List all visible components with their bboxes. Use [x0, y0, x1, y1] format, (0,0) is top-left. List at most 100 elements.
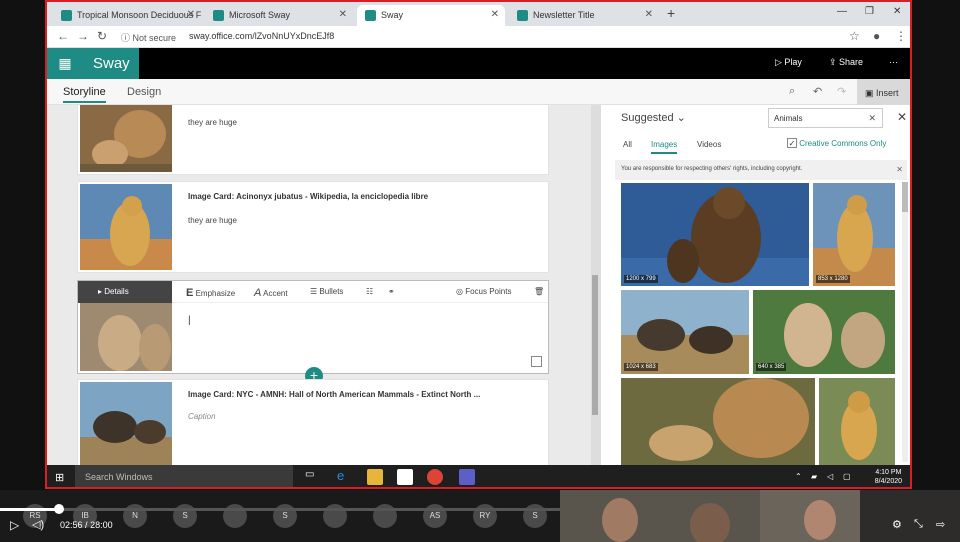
- image-card-lion[interactable]: they are huge: [77, 105, 549, 175]
- storyline-scrollbar[interactable]: [591, 105, 599, 465]
- tab-storyline[interactable]: Storyline: [63, 86, 106, 103]
- more-options-button[interactable]: ···: [889, 57, 898, 67]
- app-launcher-icon[interactable]: ▦: [47, 48, 83, 79]
- copyright-notice: You are responsible for respecting other…: [615, 160, 907, 180]
- browser-tab-newsletter[interactable]: Newsletter Title ✕: [509, 5, 659, 26]
- card-title: Image Card: NYC - AMNH: Hall of North Am…: [188, 390, 481, 399]
- progress-knob[interactable]: [54, 504, 64, 514]
- play-icon[interactable]: ▷: [10, 518, 19, 532]
- chrome-icon[interactable]: [427, 469, 443, 485]
- tab-design[interactable]: Design: [127, 86, 161, 98]
- reload-icon[interactable]: ↻: [97, 29, 107, 43]
- image-result-leopard[interactable]: [819, 378, 895, 466]
- scrollbar-thumb[interactable]: [592, 275, 598, 415]
- accent-button[interactable]: A Accent: [254, 287, 288, 299]
- details-button[interactable]: ▸ Details: [78, 281, 172, 303]
- windows-start-icon[interactable]: ⊞: [55, 471, 64, 484]
- editor-tabs: Storyline Design ⌕ ↶ ↷ ▣ Insert: [47, 79, 910, 105]
- image-card-mammoth[interactable]: Image Card: NYC - AMNH: Hall of North Am…: [77, 379, 549, 465]
- share-button[interactable]: ⇪ Share: [829, 57, 863, 68]
- store-icon[interactable]: [397, 469, 413, 485]
- search-input[interactable]: Animals ✕: [768, 108, 883, 128]
- edge-icon[interactable]: e: [337, 468, 353, 484]
- mammoth-thumbnail: [80, 382, 172, 465]
- url-field[interactable]: sway.office.com/lZvoNnUYxDncEJf8: [189, 31, 334, 41]
- browser-window: Tropical Monsoon Deciduous Fo ✕ Microsof…: [45, 0, 912, 489]
- task-view-icon[interactable]: ▭: [305, 469, 321, 485]
- chevron-down-icon: ⌄: [676, 112, 686, 124]
- undo-icon[interactable]: ↶: [813, 85, 822, 98]
- close-tab-icon[interactable]: ✕: [187, 9, 195, 20]
- close-tab-icon[interactable]: ✕: [491, 9, 499, 20]
- new-tab-icon[interactable]: +: [667, 5, 675, 21]
- close-tab-icon[interactable]: ✕: [645, 9, 653, 20]
- image-result-cheetah[interactable]: 853 x 1280: [813, 183, 895, 286]
- dismiss-notice-icon[interactable]: ✕: [896, 165, 903, 174]
- focus-points-button[interactable]: ◎ Focus Points: [456, 287, 511, 296]
- delete-icon[interactable]: 🗑: [534, 287, 544, 296]
- text-cursor[interactable]: |: [188, 315, 191, 326]
- taskbar-search[interactable]: Search Windows: [75, 465, 293, 487]
- sway-brand[interactable]: Sway: [83, 48, 139, 79]
- image-result-camels[interactable]: 640 x 385: [753, 290, 895, 374]
- link-icon[interactable]: ⚭: [388, 287, 395, 296]
- search-icon[interactable]: ⌕: [789, 85, 795, 98]
- image-card-camel-selected[interactable]: ▸ Details E Emphasize A Accent ☰ Bullets…: [77, 280, 549, 374]
- browser-tab-microsoft-sway[interactable]: Microsoft Sway ✕: [205, 5, 353, 26]
- file-explorer-icon[interactable]: [367, 469, 383, 485]
- share-video-icon[interactable]: ⇨: [936, 518, 945, 531]
- profile-icon[interactable]: ●: [873, 29, 880, 43]
- webcam-feed-2: [760, 490, 860, 542]
- image-result-bears[interactable]: 1200 x 799: [621, 183, 809, 286]
- volume-icon[interactable]: ◁): [32, 518, 44, 531]
- insert-button[interactable]: ▣ Insert: [857, 79, 910, 105]
- restore-icon[interactable]: ❐: [865, 6, 874, 17]
- card-checkbox[interactable]: [531, 356, 542, 367]
- emphasize-button[interactable]: E Emphasize: [186, 287, 235, 299]
- fullscreen-icon[interactable]: ⤡: [914, 518, 923, 531]
- check-icon: ✓: [787, 138, 797, 148]
- clear-search-icon[interactable]: ✕: [868, 113, 876, 124]
- redo-icon[interactable]: ↷: [837, 85, 846, 98]
- camel-thumbnail: [80, 303, 172, 371]
- filter-images[interactable]: Images: [651, 140, 678, 154]
- back-icon[interactable]: ←: [57, 29, 69, 43]
- play-button[interactable]: ▷ Play: [775, 57, 802, 68]
- tray-chevron-icon[interactable]: ⌃: [795, 472, 802, 481]
- system-clock[interactable]: 4:10 PM 8/4/2020: [875, 468, 902, 486]
- video-progress-bar[interactable]: [0, 508, 560, 511]
- bullets-button[interactable]: ☰ Bullets: [310, 287, 343, 296]
- settings-gear-icon[interactable]: ⚙: [892, 518, 902, 531]
- panel-scrollbar[interactable]: [902, 182, 908, 462]
- notification-tray-icon[interactable]: ▢: [843, 472, 851, 481]
- filter-videos[interactable]: Videos: [697, 140, 721, 149]
- browser-tab-monsoon[interactable]: Tropical Monsoon Deciduous Fo ✕: [53, 5, 201, 26]
- network-icon[interactable]: ▰: [811, 472, 817, 481]
- image-result-lions[interactable]: [621, 378, 815, 466]
- webcam-feed-1: [560, 490, 760, 542]
- volume-tray-icon[interactable]: ◁: [827, 472, 833, 481]
- card-title: Image Card: Acinonyx jubatus - Wikipedia…: [188, 192, 429, 201]
- source-dropdown[interactable]: Suggested ⌄: [621, 111, 686, 124]
- teams-icon[interactable]: [459, 469, 475, 485]
- filter-all[interactable]: All: [623, 140, 632, 149]
- image-result-mammoths[interactable]: 1024 x 683: [621, 290, 749, 374]
- minimize-icon[interactable]: —: [837, 6, 847, 17]
- browser-tab-sway[interactable]: Sway ✕: [357, 5, 505, 26]
- forward-icon[interactable]: →: [77, 29, 89, 43]
- card-text[interactable]: they are huge: [188, 118, 237, 127]
- scrollbar-thumb[interactable]: [902, 182, 908, 212]
- card-text[interactable]: they are huge: [188, 216, 237, 225]
- creative-commons-checkbox[interactable]: ✓ Creative Commons Only: [787, 138, 886, 148]
- browser-menu-icon[interactable]: ⋮: [895, 29, 907, 43]
- image-card-cheetah[interactable]: Image Card: Acinonyx jubatus - Wikipedia…: [77, 181, 549, 273]
- webcam-feed-3: [860, 490, 960, 542]
- caption-field[interactable]: Caption: [188, 412, 216, 421]
- sway-favicon-icon: [61, 10, 72, 21]
- numbered-list-icon[interactable]: ☷: [366, 287, 373, 296]
- close-panel-icon[interactable]: ✕: [897, 110, 907, 124]
- bookmark-star-icon[interactable]: ☆: [849, 29, 860, 43]
- close-tab-icon[interactable]: ✕: [339, 9, 347, 20]
- window-close-icon[interactable]: ✕: [893, 6, 901, 17]
- security-indicator[interactable]: ⓘ Not secure: [121, 31, 176, 44]
